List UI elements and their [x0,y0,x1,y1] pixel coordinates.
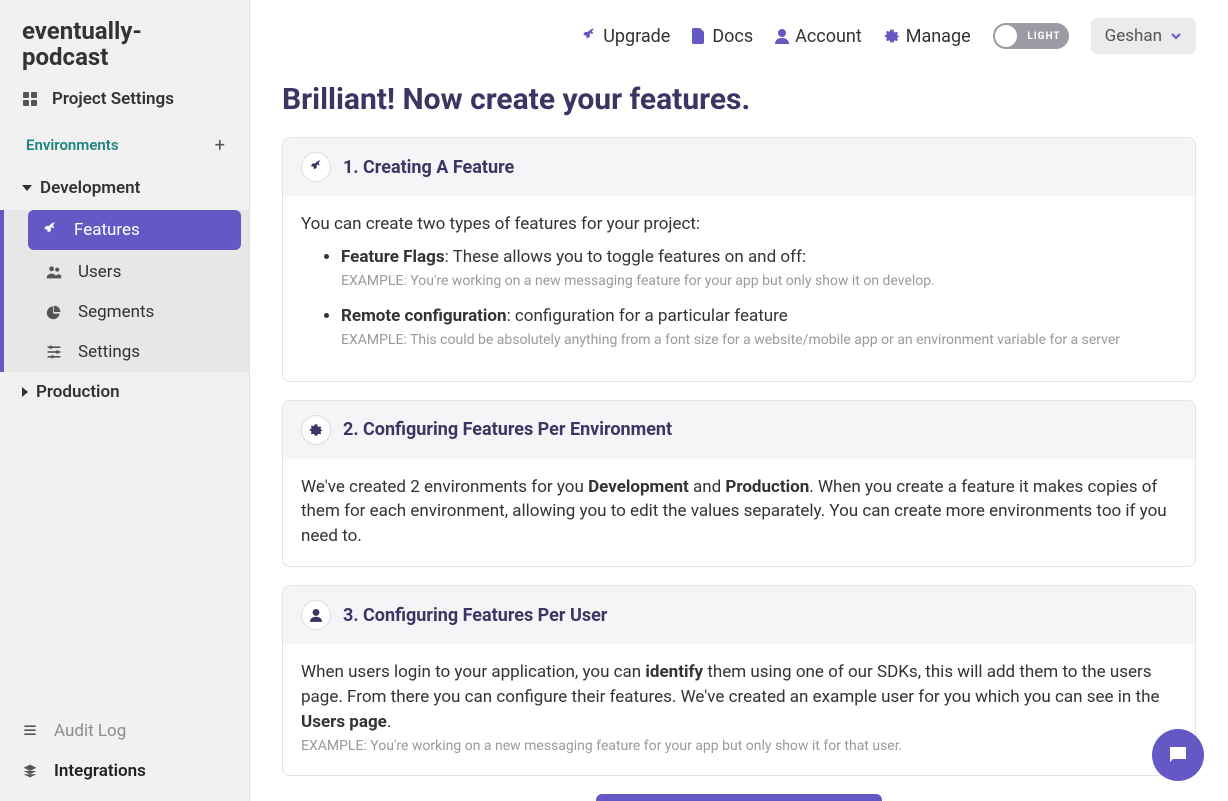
stack-icon [22,763,40,779]
env-name-label: Development [40,178,140,198]
environments-label: Environments [26,136,119,154]
toggle-knob [995,25,1017,47]
bullet-strong: Feature Flags [341,247,445,267]
card-header: 1. Creating A Feature [283,138,1195,196]
card-header: 3. Configuring Features Per User [283,586,1195,644]
topnav-manage[interactable]: Manage [884,26,971,47]
card-example: EXAMPLE: You're working on a new messagi… [301,736,1177,756]
theme-toggle[interactable]: LIGHT [993,23,1069,49]
card-body: You can create two types of features for… [283,196,1195,381]
card-intro: You can create two types of features for… [301,212,1177,237]
feature-flags-bullet: Feature Flags: These allows you to toggl… [341,245,1177,292]
chevron-down-icon [1170,30,1182,42]
create-feature-button[interactable]: Create Your First Feature [596,794,882,801]
body-text: When users login to your application, yo… [301,662,645,682]
card-title: 1. Creating A Feature [343,157,514,178]
topnav-account[interactable]: Account [775,26,862,47]
nav-integrations[interactable]: Integrations [0,751,249,791]
user-name: Geshan [1105,26,1162,46]
topnav-upgrade[interactable]: Upgrade [581,26,670,47]
chat-widget-button[interactable] [1152,729,1204,781]
card-per-user: 3. Configuring Features Per User When us… [282,585,1196,775]
file-icon [692,28,706,44]
nav-item-label: Users [78,262,121,282]
bold-users-page: Users page [301,712,387,732]
card-body: When users login to your application, yo… [283,644,1195,774]
content: Brilliant! Now create your features. 1. … [250,62,1228,801]
chat-icon [1166,743,1190,767]
rocket-icon [581,28,597,44]
rocket-icon [301,152,331,182]
bold-dev: Development [588,477,689,497]
cta-row: Create Your First Feature [282,794,1196,801]
nav-audit-log[interactable]: Audit Log [0,711,249,751]
sidebar: eventually-podcast Project Settings Envi… [0,0,250,801]
project-title: eventually-podcast [0,0,249,79]
add-environment-button[interactable]: + [215,135,227,156]
card-body: We've created 2 environments for you Dev… [283,459,1195,567]
env-toggle-production[interactable]: Production [0,372,249,412]
card-creating-feature: 1. Creating A Feature You can create two… [282,137,1196,382]
card-header: 2. Configuring Features Per Environment [283,401,1195,459]
settings-grid-icon [22,91,40,107]
nav-item-label: Features [74,220,140,240]
list-icon [22,723,40,739]
user-icon [775,28,789,44]
nav-item-label: Audit Log [54,721,126,741]
topnav-label: Manage [906,26,971,47]
rocket-icon [42,222,60,238]
gear-icon [884,28,900,44]
nav-item-label: Settings [78,342,140,362]
remote-config-bullet: Remote configuration: configuration for … [341,304,1177,351]
card-title: 3. Configuring Features Per User [343,605,607,626]
topnav-label: Upgrade [603,26,670,47]
users-icon [46,264,64,280]
user-icon [301,600,331,630]
topnav-label: Account [795,26,862,47]
top-navigation: Upgrade Docs Account Manage LIGHT Geshan [250,0,1228,62]
nav-settings[interactable]: Settings [4,332,249,372]
card-per-environment: 2. Configuring Features Per Environment … [282,400,1196,568]
user-menu[interactable]: Geshan [1091,18,1196,54]
body-text: We've created 2 environments for you [301,477,588,497]
sidebar-bottom-nav: Audit Log Integrations [0,711,249,801]
bullet-example: EXAMPLE: You're working on a new messagi… [341,271,1177,291]
page-title: Brilliant! Now create your features. [282,82,1196,117]
environment-development: Development Features Users Segments [0,168,249,372]
main-area: Upgrade Docs Account Manage LIGHT Geshan [250,0,1228,801]
chevron-down-icon [22,185,32,191]
nav-item-label: Integrations [54,761,146,781]
env-name-label: Production [36,382,120,402]
gear-icon [301,415,331,445]
theme-label: LIGHT [1027,31,1060,42]
pie-icon [46,304,64,320]
bullet-rest: : These allows you to toggle features on… [445,247,806,267]
environments-header: Environments + [0,123,249,168]
topnav-docs[interactable]: Docs [692,26,753,47]
bullet-strong: Remote configuration [341,306,507,326]
bold-identify: identify [645,662,703,682]
project-settings-label: Project Settings [52,89,174,109]
nav-features[interactable]: Features [28,210,241,250]
bold-prod: Production [725,477,809,497]
nav-users[interactable]: Users [4,252,249,292]
env-nav-development: Features Users Segments Settings [0,210,249,372]
body-text: and [689,477,726,497]
env-toggle-development[interactable]: Development [0,168,249,208]
bullet-rest: : configuration for a particular feature [507,306,788,326]
card-title: 2. Configuring Features Per Environment [343,419,672,440]
nav-item-label: Segments [78,302,154,322]
bullet-example: EXAMPLE: This could be absolutely anythi… [341,330,1177,350]
project-settings-link[interactable]: Project Settings [0,79,249,123]
sliders-icon [46,344,64,360]
topnav-label: Docs [712,26,753,47]
chevron-right-icon [22,387,28,397]
nav-segments[interactable]: Segments [4,292,249,332]
body-text: . [387,712,391,732]
